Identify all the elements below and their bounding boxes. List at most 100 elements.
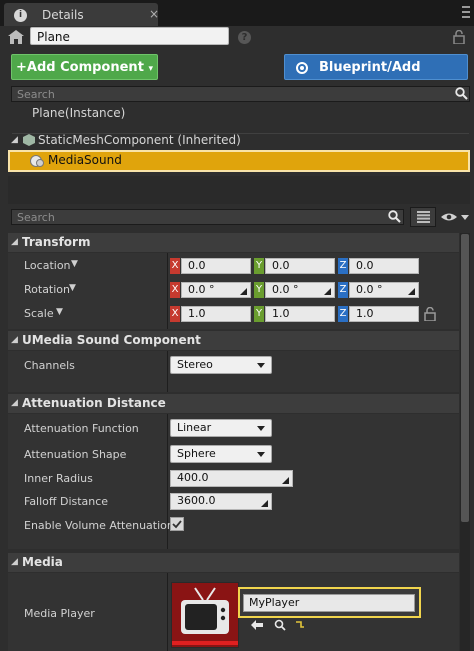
location-y-field[interactable]: 0.0 [265,258,335,274]
chevron-down-icon [257,426,265,431]
media-player-dropdown[interactable]: MyPlayer [238,587,421,618]
chevron-down-icon [257,363,265,368]
scrollbar-thumb[interactable] [461,234,469,522]
close-icon[interactable]: × [149,7,159,21]
static-mesh-icon [23,134,35,146]
attenuation-shape-label: Attenuation Shape [24,448,127,461]
column-divider [167,573,168,651]
section-title: UMedia Sound Component [22,333,201,347]
attenuation-shape-dropdown[interactable]: Sphere [170,445,272,463]
rotation-z-field[interactable]: 0.0 ° [349,282,419,298]
chevron-down-icon[interactable]: ▼ [56,307,63,317]
axis-y-label: Y [254,282,264,298]
tab-details[interactable]: i Details × [4,3,159,26]
tab-label: Details [42,8,84,22]
help-icon[interactable]: ? [238,31,251,44]
axis-z-label: Z [338,306,348,322]
collapse-arrow-icon: ◢ [11,237,18,247]
details-search-input[interactable]: Search [11,209,404,225]
falloff-distance-value: 3600.0 [177,494,216,507]
search-icon[interactable] [388,210,401,223]
media-player-label: Media Player [24,607,95,620]
selected-component-label: MediaSound [48,153,122,167]
inner-radius-field[interactable]: 400.0 [170,470,293,487]
axis-z-label: Z [338,282,348,298]
rotation-x-value: 0.0 ° [188,283,215,296]
section-attenuation-distance[interactable]: ◢ Attenuation Distance [8,394,459,413]
inner-radius-label: Inner Radius [24,472,93,485]
component-inherited-item[interactable]: StaticMeshComponent (Inherited) [38,133,241,147]
lock-icon[interactable] [424,307,436,321]
expand-arrow-icon[interactable]: ◢ [11,135,18,145]
media-player-value: MyPlayer [249,596,300,609]
attenuation-function-label: Attenuation Function [24,422,139,435]
chevron-down-icon[interactable]: ▼ [71,259,78,269]
section-umedia-sound[interactable]: ◢ UMedia Sound Component [8,331,459,350]
axis-x-label: X [170,282,180,298]
enable-volume-attenuation-label: Enable Volume Attenuation [24,519,174,532]
collapse-arrow-icon: ◢ [11,557,18,567]
channels-dropdown[interactable]: Stereo [170,356,272,374]
chevron-down-icon: ▾ [148,64,153,74]
property-matrix-button[interactable] [410,207,436,227]
location-x-field[interactable]: 0.0 [181,258,251,274]
component-selected-item[interactable]: MediaSound [8,150,470,172]
resize-icon [240,288,247,295]
rotation-x-field[interactable]: 0.0 ° [181,282,251,298]
add-component-label: +Add Component [16,60,144,75]
blueprint-add-script-button[interactable]: Blueprint/Add Script [284,54,468,101]
scale-x-field[interactable]: 1.0 [181,306,251,322]
rotation-y-field[interactable]: 0.0 ° [265,282,335,298]
section-media[interactable]: ◢ Media [8,553,459,572]
chevron-down-icon [257,452,265,457]
eye-icon[interactable] [440,211,470,223]
falloff-distance-label: Falloff Distance [24,495,109,508]
scale-z-field[interactable]: 1.0 [349,306,419,322]
enable-volume-attenuation-checkbox[interactable] [170,517,184,531]
checkmark-icon [172,520,182,529]
use-selected-arrow-icon[interactable] [251,620,263,630]
resize-icon [261,500,268,507]
tv-icon [172,583,238,647]
location-z-field[interactable]: 0.0 [349,258,419,274]
actor-icon [8,30,24,44]
section-title: Media [22,555,63,569]
actor-name-input[interactable]: Plane [30,27,229,45]
blueprint-icon [296,62,308,74]
reset-arrow-icon[interactable] [296,621,306,630]
axis-z-label: Z [338,258,348,274]
resize-icon [324,288,331,295]
attenuation-function-value: Linear [177,421,212,434]
collapse-arrow-icon: ◢ [11,398,18,408]
media-player-thumbnail[interactable] [171,582,239,648]
scale-label: Scale [24,307,54,320]
component-tree-blank [8,176,470,204]
section-title: Attenuation Distance [22,396,166,410]
chevron-down-icon[interactable]: ▼ [69,283,76,293]
grid-icon [417,211,430,223]
section-transform[interactable]: ◢ Transform [8,233,459,252]
axis-y-label: Y [254,306,264,322]
resize-icon [282,477,289,484]
panel-options-icon[interactable] [462,6,470,18]
location-label: Location [24,259,71,272]
axis-x-label: X [170,306,180,322]
inner-radius-value: 400.0 [177,471,209,484]
add-component-button[interactable]: +Add Component ▾ [11,54,158,80]
search-icon[interactable] [455,87,468,100]
rotation-y-value: 0.0 ° [272,283,299,296]
browse-search-icon[interactable] [274,619,286,631]
media-player-select[interactable]: MyPlayer [243,594,415,612]
rotation-z-value: 0.0 ° [356,283,383,296]
attenuation-shape-value: Sphere [177,447,216,460]
attenuation-function-dropdown[interactable]: Linear [170,419,272,437]
falloff-distance-field[interactable]: 3600.0 [170,493,272,510]
component-root-item[interactable]: Plane(Instance) [32,106,125,120]
channels-label: Channels [24,359,75,372]
resize-icon [408,288,415,295]
media-sound-icon [30,155,44,167]
channels-value: Stereo [177,358,213,371]
lock-icon[interactable] [452,30,466,44]
scale-y-field[interactable]: 1.0 [265,306,335,322]
component-search-input[interactable]: Search [11,86,470,102]
